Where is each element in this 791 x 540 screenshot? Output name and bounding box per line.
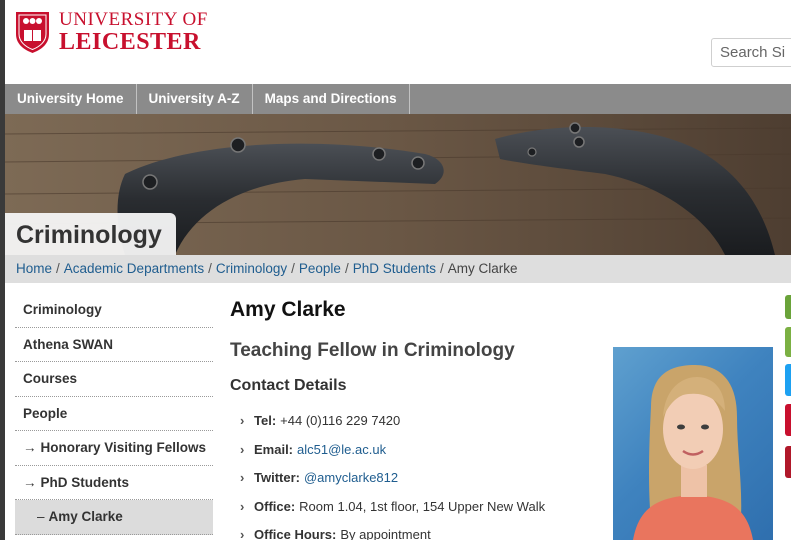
page-title: Amy Clarke	[230, 298, 346, 321]
nav-university-home[interactable]: University Home	[5, 84, 137, 114]
nav-maps-and-directions[interactable]: Maps and Directions	[253, 84, 410, 114]
right-arrow-icon: →	[23, 474, 37, 490]
job-title: Teaching Fellow in Criminology	[230, 340, 515, 361]
sidebar-item-label: Athena SWAN	[23, 336, 114, 352]
sidebar-item-label: People	[23, 405, 68, 421]
breadcrumb-separator: /	[440, 261, 444, 276]
contact-office-hours: › Office Hours: By appointment	[230, 521, 600, 540]
top-navigation: University Home University A-Z Maps and …	[5, 84, 791, 114]
sidebar-item-people[interactable]: People	[15, 397, 213, 431]
department-title: Criminology	[5, 213, 176, 255]
contact-label: Email:	[254, 441, 294, 457]
contact-label: Tel:	[254, 413, 277, 428]
side-tab-green-2[interactable]	[785, 327, 791, 357]
sidebar-item-label: Courses	[23, 371, 78, 386]
breadcrumb-people[interactable]: People	[299, 261, 341, 276]
sidebar-item-athena-swan[interactable]: Athena SWAN	[15, 328, 213, 362]
breadcrumb-separator: /	[344, 261, 349, 276]
sidebar-item-label: Amy Clarke	[48, 509, 123, 524]
sidebar-item-amy-clarke[interactable]: – Amy Clarke	[15, 500, 213, 535]
sidebar-item-courses[interactable]: Courses	[15, 362, 213, 397]
breadcrumb-phd-students[interactable]: PhD Students	[353, 261, 436, 276]
logo-line-2: LEICESTER	[59, 29, 201, 55]
contact-value: By appointment	[340, 527, 431, 540]
sidebar-navigation: Criminology Athena SWAN Courses People →…	[15, 293, 213, 535]
nav-university-a-z[interactable]: University A-Z	[137, 84, 253, 114]
contact-twitter: › Twitter: @amyclarke812	[230, 464, 600, 493]
sidebar-item-label: Criminology	[23, 302, 102, 317]
chevron-right-icon: ›	[240, 413, 245, 428]
contact-label: Office Hours:	[254, 527, 337, 540]
university-logo[interactable]: UNIVERSITY OF LEICESTER	[14, 10, 208, 54]
chevron-right-icon: ›	[240, 470, 245, 485]
site-header: UNIVERSITY OF LEICESTER	[5, 0, 791, 84]
breadcrumb-separator: /	[291, 261, 295, 276]
contact-list: › Tel: +44 (0)116 229 7420 › Email: alc51@le…	[230, 407, 600, 540]
logo-line-1: UNIVERSITY OF	[59, 9, 208, 30]
breadcrumb-academic-departments[interactable]: Academic Departments	[64, 261, 204, 276]
breadcrumb-separator: /	[56, 261, 60, 276]
side-tab-red[interactable]	[785, 404, 791, 436]
sidebar-item-honorary-visiting-fellows[interactable]: → Honorary Visiting Fellows	[15, 431, 213, 466]
portrait-image	[633, 365, 753, 540]
university-crest-icon	[16, 12, 49, 53]
twitter-tab-icon[interactable]	[785, 364, 791, 396]
contact-label: Office:	[254, 498, 296, 514]
breadcrumb-criminology[interactable]: Criminology	[216, 261, 287, 276]
sidebar-item-phd-students[interactable]: → PhD Students	[15, 466, 213, 500]
sidebar-item-label: PhD Students	[40, 474, 130, 490]
chevron-right-icon: ›	[240, 498, 245, 514]
chevron-right-icon: ›	[240, 527, 245, 540]
right-arrow-icon: →	[23, 440, 37, 455]
search-input[interactable]: Search Si	[711, 38, 791, 67]
twitter-link[interactable]: @amyclarke812	[304, 470, 398, 485]
profile-photo	[613, 347, 773, 540]
contact-value: +44 (0)116 229 7420	[280, 413, 401, 428]
breadcrumb-current: Amy Clarke	[447, 261, 518, 276]
breadcrumb-separator: /	[208, 261, 212, 276]
contact-office: › Office: Room 1.04, 1st floor, 154 Upper …	[230, 493, 600, 522]
contact-tel: › Tel: +44 (0)116 229 7420	[230, 407, 600, 436]
sidebar-item-label: Honorary Visiting Fellows	[40, 440, 207, 455]
breadcrumb-home[interactable]: Home	[16, 261, 52, 276]
contact-email: › Email: alc51@le.ac.uk	[230, 436, 600, 465]
contact-details-heading: Contact Details	[230, 377, 347, 394]
profile-content: Amy Clarke Teaching Fellow in Criminolog…	[230, 298, 600, 540]
sidebar-item-criminology[interactable]: Criminology	[15, 293, 213, 328]
contact-value: Room 1.04, 1st floor, 154 Upper New Walk	[299, 498, 546, 514]
side-tab-red-2[interactable]	[785, 446, 791, 478]
email-link[interactable]: alc51@le.ac.uk	[297, 442, 386, 457]
dash-icon: –	[37, 509, 45, 524]
contact-label: Twitter:	[254, 470, 300, 485]
side-tab-green[interactable]	[785, 295, 791, 319]
breadcrumb: Home / Academic Departments / Criminology / Pe…	[5, 255, 791, 283]
chevron-right-icon: ›	[240, 441, 245, 457]
